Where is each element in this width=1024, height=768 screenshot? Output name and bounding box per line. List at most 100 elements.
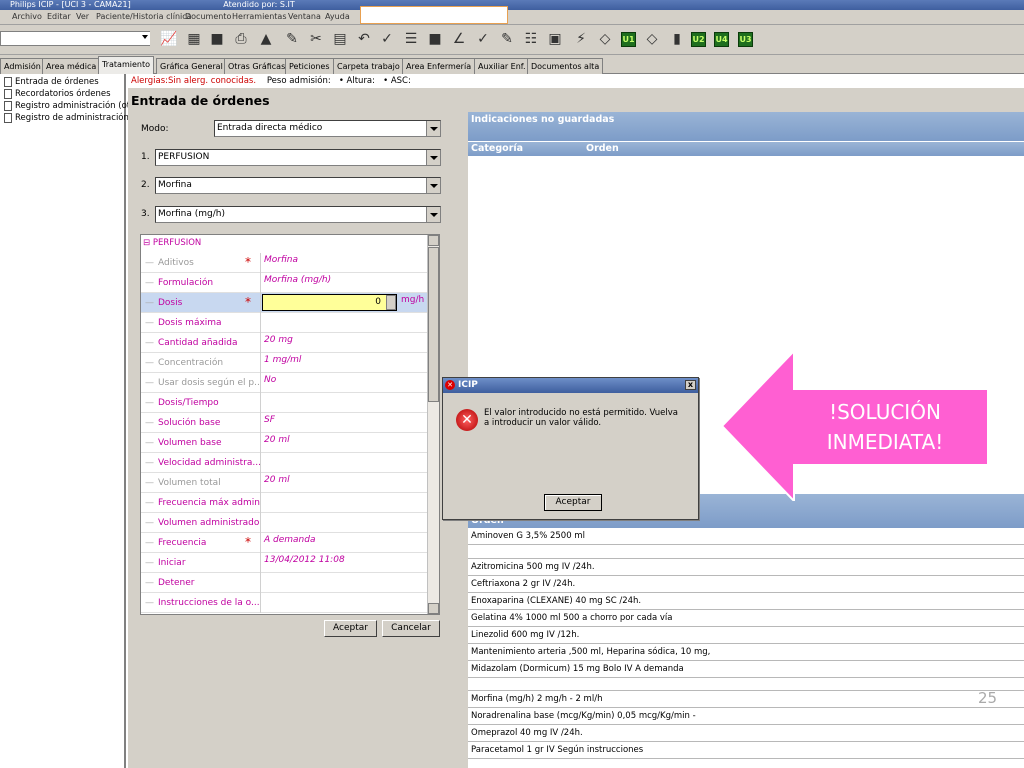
eraser2-icon[interactable]: ◇ bbox=[643, 30, 661, 48]
u2-button[interactable]: U2 bbox=[691, 32, 706, 47]
modo-select[interactable]: Entrada directa médico bbox=[214, 120, 441, 137]
toolbar: 📈 ▦ ■ ⎙ ▲ ✎ ✂ ▤ ↶ ✓ ☰ ■ ∠ ✓ ✎ ☷ ▣ ⚡ ◇ U1… bbox=[0, 25, 1024, 55]
print-icon[interactable]: ⎙ bbox=[232, 30, 250, 48]
grid-row[interactable]: — Solución base SF bbox=[141, 413, 429, 433]
tab-area-medica[interactable]: Area médica bbox=[42, 58, 101, 74]
list-item[interactable]: Gelatina 4% 1000 ml 500 a chorro por cad… bbox=[468, 610, 1024, 627]
formulation-select[interactable]: Morfina (mg/h) bbox=[155, 206, 441, 223]
grid-row-dosis[interactable]: — Dosis * 0 mg/h bbox=[141, 293, 429, 313]
list-item[interactable]: Ceftriaxona 2 gr IV /24h. bbox=[468, 576, 1024, 593]
menu-ayuda[interactable]: Ayuda bbox=[325, 12, 350, 21]
menu-ventana[interactable]: Ventana bbox=[288, 12, 321, 21]
grid-row[interactable]: — Iniciar 13/04/2012 11:08 bbox=[141, 553, 429, 573]
grid-row[interactable]: — Dosis máxima bbox=[141, 313, 429, 333]
stop-icon[interactable]: ■ bbox=[426, 30, 444, 48]
grid-row[interactable]: — Velocidad administra... bbox=[141, 453, 429, 473]
grid-row[interactable]: — Cantidad añadida 20 mg bbox=[141, 333, 429, 353]
scroll-up-button[interactable] bbox=[428, 235, 439, 246]
window-titlebar: Philips ICIP - [UCI 3 - CAMA21] Atendido… bbox=[0, 0, 1024, 10]
grid-row[interactable]: — Dosis/Tiempo bbox=[141, 393, 429, 413]
tree-item-registro-admin[interactable]: Registro de administración bbox=[4, 113, 129, 123]
dosis-spinner[interactable] bbox=[386, 295, 396, 310]
dialog-accept-button[interactable]: Aceptar bbox=[544, 494, 602, 511]
graph-icon[interactable]: ▦ bbox=[185, 30, 203, 48]
cut-icon[interactable]: ✂ bbox=[307, 30, 325, 48]
list-item[interactable]: Enoxaparina (CLEXANE) 40 mg SC /24h. bbox=[468, 593, 1024, 610]
list-item[interactable]: Noradrenalina base (mcg/Kg/min) 0,05 mcg… bbox=[468, 708, 1024, 725]
chart-icon[interactable]: 📈 bbox=[160, 30, 178, 48]
pen-icon[interactable]: ∠ bbox=[450, 30, 468, 48]
patient-combo[interactable] bbox=[0, 31, 150, 46]
tree-item-registro-ot[interactable]: Registro administración (ot bbox=[4, 101, 130, 111]
tab-peticiones[interactable]: Peticiones bbox=[285, 58, 334, 74]
paste-icon[interactable]: ▤ bbox=[331, 30, 349, 48]
menu-herramientas[interactable]: Herramientas bbox=[232, 12, 287, 21]
accept-button[interactable]: Aceptar bbox=[324, 620, 377, 637]
tree-item-recordatorios[interactable]: Recordatorios órdenes bbox=[4, 89, 111, 99]
grid-scrollbar[interactable] bbox=[427, 235, 439, 614]
list-item[interactable]: Mantenimiento arteria ,500 ml, Heparina … bbox=[468, 644, 1024, 661]
grid-row[interactable]: — Frecuencia máx admin. bbox=[141, 493, 429, 513]
tab-documentos-alta[interactable]: Documentos alta bbox=[527, 58, 604, 74]
checklist-icon[interactable]: ☰ bbox=[402, 30, 420, 48]
dialog-titlebar[interactable]: ✕ ICIP x bbox=[443, 378, 698, 393]
navigation-tree: Entrada de órdenes Recordatorios órdenes… bbox=[0, 74, 130, 768]
list-item[interactable]: Midazolam (Dormicum) 15 mg Bolo IV A dem… bbox=[468, 661, 1024, 678]
tab-tratamiento[interactable]: Tratamiento bbox=[98, 56, 154, 74]
grid-group-header[interactable]: ⊟ PERFUSION bbox=[143, 238, 201, 248]
network-icon[interactable]: ☷ bbox=[522, 30, 540, 48]
tab-grafica-general[interactable]: Gráfica General bbox=[156, 58, 227, 74]
grid-row[interactable]: — Volumen total 20 ml bbox=[141, 473, 429, 493]
grid-row[interactable]: — Detener bbox=[141, 573, 429, 593]
sign-icon[interactable]: ✓ bbox=[474, 30, 492, 48]
drug-select[interactable]: Morfina bbox=[155, 177, 441, 194]
menu-editar[interactable]: Editar bbox=[47, 12, 71, 21]
menu-ver[interactable]: Ver bbox=[76, 12, 89, 21]
tab-auxiliar-enf[interactable]: Auxiliar Enf. bbox=[474, 58, 530, 74]
dialog-title: ICIP bbox=[458, 380, 478, 390]
eraser-icon[interactable]: ◇ bbox=[596, 30, 614, 48]
u4-button[interactable]: U4 bbox=[714, 32, 729, 47]
warning-icon[interactable]: ▲ bbox=[257, 30, 275, 48]
cancel-button[interactable]: Cancelar bbox=[382, 620, 440, 637]
grid-row[interactable]: — Volumen administrado bbox=[141, 513, 429, 533]
u3-button[interactable]: U3 bbox=[738, 32, 753, 47]
dosis-input[interactable]: 0 bbox=[262, 294, 397, 311]
undo-icon[interactable]: ↶ bbox=[355, 30, 373, 48]
note-icon[interactable]: ✎ bbox=[498, 30, 516, 48]
scroll-thumb[interactable] bbox=[428, 247, 439, 402]
u1-button[interactable]: U1 bbox=[621, 32, 636, 47]
bottle-icon[interactable]: ▮ bbox=[668, 30, 686, 48]
list-item[interactable]: Paracetamol 1 gr IV Según instrucciones bbox=[468, 742, 1024, 759]
menu-paciente[interactable]: Paciente/Historia clínica bbox=[96, 12, 192, 21]
close-icon[interactable]: x bbox=[685, 380, 696, 390]
tab-admision[interactable]: Admisión bbox=[0, 58, 45, 74]
grid-row[interactable]: — Instrucciones de la o... bbox=[141, 593, 429, 613]
check-icon[interactable]: ✓ bbox=[378, 30, 396, 48]
bed-icon[interactable]: ▣ bbox=[546, 30, 564, 48]
list-item[interactable]: Morfina (mg/h) 2 mg/h - 2 ml/h bbox=[468, 691, 1024, 708]
grid-row[interactable]: — Concentración 1 mg/ml bbox=[141, 353, 429, 373]
block-icon[interactable]: ■ bbox=[208, 30, 226, 48]
tab-area-enfermeria[interactable]: Area Enfermería bbox=[402, 58, 476, 74]
tree-item-entrada-ordenes[interactable]: Entrada de órdenes bbox=[4, 77, 99, 87]
menu-archivo[interactable]: Archivo bbox=[12, 12, 42, 21]
grid-row[interactable]: — Volumen base 20 ml bbox=[141, 433, 429, 453]
grid-row[interactable]: — Frecuencia * A demanda bbox=[141, 533, 429, 553]
tab-carpeta-trabajo[interactable]: Carpeta trabajo bbox=[333, 58, 404, 74]
grid-row[interactable]: — Usar dosis según el p... No bbox=[141, 373, 429, 393]
category-select[interactable]: PERFUSION bbox=[155, 149, 441, 166]
list-item[interactable]: Omeprazol 40 mg IV /24h. bbox=[468, 725, 1024, 742]
list-item[interactable]: Azitromicina 500 mg IV /24h. bbox=[468, 559, 1024, 576]
list-item[interactable]: Linezolid 600 mg IV /12h. bbox=[468, 627, 1024, 644]
tab-otras-graficas[interactable]: Otras Gráficas bbox=[224, 58, 290, 74]
search-input[interactable] bbox=[360, 6, 508, 24]
page-title: Entrada de órdenes bbox=[131, 93, 270, 108]
scroll-down-button[interactable] bbox=[428, 603, 439, 614]
menu-documento[interactable]: Documento bbox=[185, 12, 231, 21]
list-item[interactable]: Aminoven G 3,5% 2500 ml bbox=[468, 528, 1024, 545]
grid-row[interactable]: — Formulación Morfina (mg/h) bbox=[141, 273, 429, 293]
grid-row[interactable]: — Aditivos * Morfina bbox=[141, 253, 429, 273]
edit-icon[interactable]: ✎ bbox=[283, 30, 301, 48]
flash-icon[interactable]: ⚡ bbox=[572, 30, 590, 48]
